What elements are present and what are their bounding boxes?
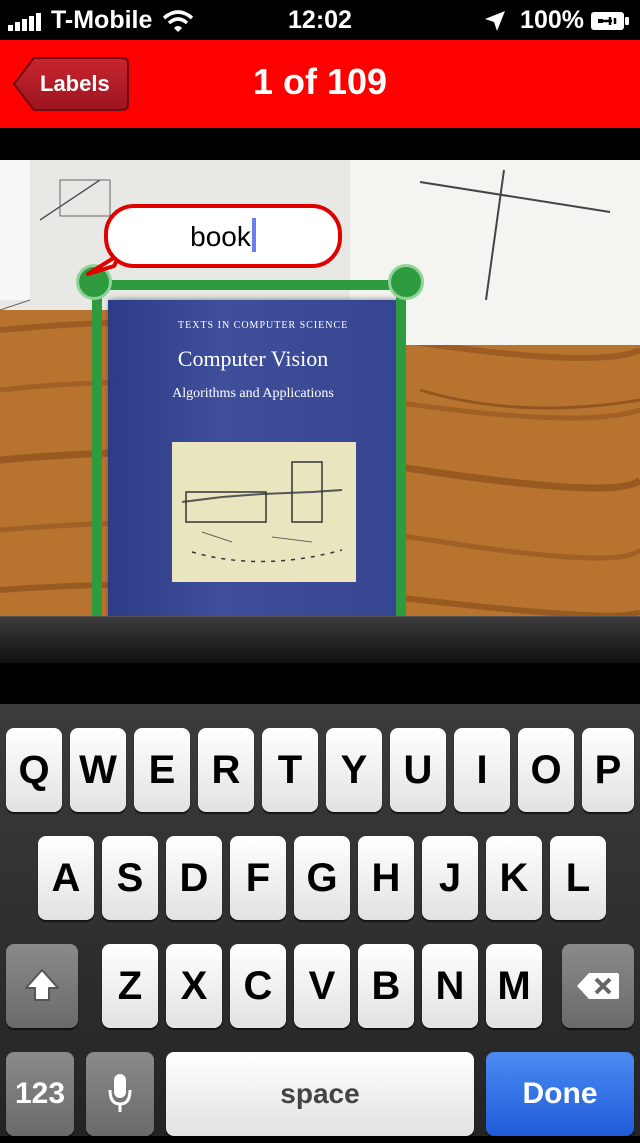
key-e[interactable]: E [134,728,190,812]
key-l[interactable]: L [550,836,606,920]
key-w[interactable]: W [70,728,126,812]
page-title: 1 of 109 [252,61,388,102]
key-f[interactable]: F [230,836,286,920]
label-bubble[interactable]: book [104,204,342,268]
shift-key[interactable] [6,944,78,1028]
text-caret [251,218,256,252]
battery-charging-icon [591,11,629,30]
key-c[interactable]: C [230,944,286,1028]
key-z[interactable]: Z [102,944,158,1028]
label-bounding-box[interactable] [92,280,406,620]
key-m[interactable]: M [486,944,542,1028]
key-s[interactable]: S [102,836,158,920]
bottom-toolbar [0,616,640,663]
key-i[interactable]: I [454,728,510,812]
key-o[interactable]: O [518,728,574,812]
box-handle-top-right[interactable] [388,264,424,300]
key-t[interactable]: T [262,728,318,812]
key-y[interactable]: Y [326,728,382,812]
shift-arrow-icon [25,969,59,1001]
status-bar: T-Mobile 12:02 100% [0,0,640,40]
back-button[interactable]: Labels [12,56,130,112]
label-text-value: book [190,221,251,252]
key-p[interactable]: P [582,728,634,812]
navigation-bar: Labels 1 of 109 [0,40,640,128]
location-arrow-icon [485,10,506,31]
microphone-icon [108,1074,132,1112]
key-n[interactable]: N [422,944,478,1028]
back-button-label: Labels [40,71,110,96]
key-v[interactable]: V [294,944,350,1028]
label-text-field[interactable]: book [108,208,338,264]
key-q[interactable]: Q [6,728,62,812]
backspace-icon [577,973,619,999]
key-j[interactable]: J [422,836,478,920]
key-h[interactable]: H [358,836,414,920]
key-u[interactable]: U [390,728,446,812]
key-g[interactable]: G [294,836,350,920]
status-right: 100% [484,6,630,35]
delete-key[interactable] [562,944,634,1028]
key-x[interactable]: X [166,944,222,1028]
key-b[interactable]: B [358,944,414,1028]
key-r[interactable]: R [198,728,254,812]
dictation-key[interactable] [86,1052,154,1136]
photo-view[interactable]: TEXTS IN COMPUTER SCIENCE Computer Visio… [0,160,640,620]
space-key[interactable]: space [166,1052,474,1136]
key-a[interactable]: A [38,836,94,920]
battery-percent: 100% [520,6,584,34]
done-key[interactable]: Done [486,1052,634,1136]
key-k[interactable]: K [486,836,542,920]
key-d[interactable]: D [166,836,222,920]
numbers-key[interactable]: 123 [6,1052,74,1136]
keyboard: Q W E R T Y U I O P A S D F G H J K L Z … [0,704,640,1136]
